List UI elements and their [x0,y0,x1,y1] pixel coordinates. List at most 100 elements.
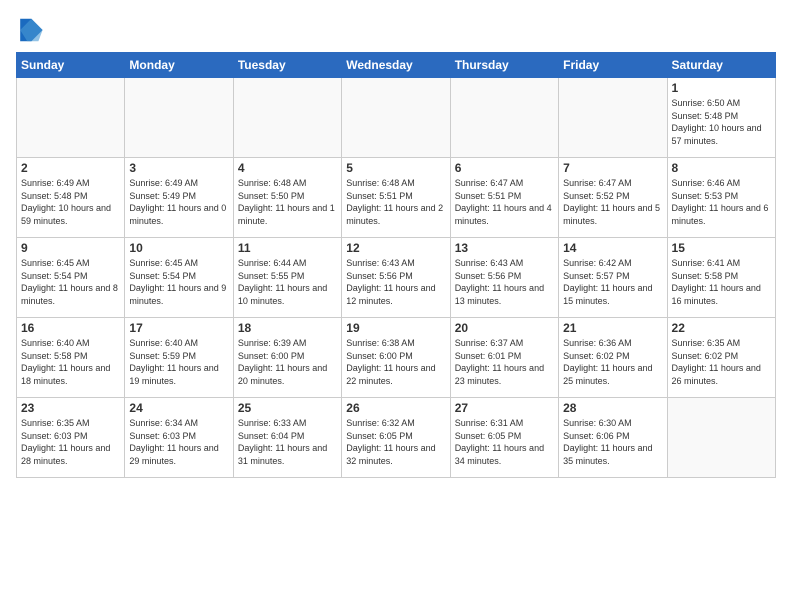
calendar-cell: 15 Sunrise: 6:41 AM Sunset: 5:58 PM Dayli… [667,238,775,318]
calendar-cell: 20 Sunrise: 6:37 AM Sunset: 6:01 PM Dayli… [450,318,558,398]
day-number: 25 [238,401,337,415]
calendar-cell [125,78,233,158]
calendar-cell: 3 Sunrise: 6:49 AM Sunset: 5:49 PM Daylig… [125,158,233,238]
calendar-cell: 21 Sunrise: 6:36 AM Sunset: 6:02 PM Dayli… [559,318,667,398]
day-number: 23 [21,401,120,415]
day-info: Sunrise: 6:45 AM Sunset: 5:54 PM Dayligh… [21,257,120,307]
calendar-cell: 11 Sunrise: 6:44 AM Sunset: 5:55 PM Dayli… [233,238,341,318]
day-info: Sunrise: 6:47 AM Sunset: 5:52 PM Dayligh… [563,177,662,227]
day-info: Sunrise: 6:48 AM Sunset: 5:51 PM Dayligh… [346,177,445,227]
calendar-cell: 6 Sunrise: 6:47 AM Sunset: 5:51 PM Daylig… [450,158,558,238]
calendar-table: SundayMondayTuesdayWednesdayThursdayFrid… [16,52,776,478]
day-number: 12 [346,241,445,255]
column-header-sunday: Sunday [17,53,125,78]
calendar-cell: 8 Sunrise: 6:46 AM Sunset: 5:53 PM Daylig… [667,158,775,238]
day-info: Sunrise: 6:39 AM Sunset: 6:00 PM Dayligh… [238,337,337,387]
day-info: Sunrise: 6:40 AM Sunset: 5:58 PM Dayligh… [21,337,120,387]
calendar-week-row: 2Sunrise: 6:49 AM Sunset: 5:48 PM Daylig… [17,158,776,238]
day-number: 4 [238,161,337,175]
page-header [16,16,776,44]
day-number: 8 [672,161,771,175]
day-info: Sunrise: 6:41 AM Sunset: 5:58 PM Dayligh… [672,257,771,307]
column-header-thursday: Thursday [450,53,558,78]
day-number: 24 [129,401,228,415]
day-number: 7 [563,161,662,175]
day-number: 19 [346,321,445,335]
day-number: 20 [455,321,554,335]
day-info: Sunrise: 6:47 AM Sunset: 5:51 PM Dayligh… [455,177,554,227]
calendar-cell [342,78,450,158]
day-number: 17 [129,321,228,335]
calendar-cell: 10 Sunrise: 6:45 AM Sunset: 5:54 PM Dayli… [125,238,233,318]
day-number: 16 [21,321,120,335]
column-header-monday: Monday [125,53,233,78]
calendar-cell: 17Sunrise: 6:40 AM Sunset: 5:59 PM Dayli… [125,318,233,398]
day-info: Sunrise: 6:32 AM Sunset: 6:05 PM Dayligh… [346,417,445,467]
column-header-friday: Friday [559,53,667,78]
calendar-cell: 24 Sunrise: 6:34 AM Sunset: 6:03 PM Dayli… [125,398,233,478]
calendar-week-row: 1 Sunrise: 6:50 AM Sunset: 5:48 PM Daylig… [17,78,776,158]
calendar-cell: 1 Sunrise: 6:50 AM Sunset: 5:48 PM Daylig… [667,78,775,158]
day-number: 21 [563,321,662,335]
calendar-cell: 18 Sunrise: 6:39 AM Sunset: 6:00 PM Dayli… [233,318,341,398]
calendar-cell: 14 Sunrise: 6:42 AM Sunset: 5:57 PM Dayli… [559,238,667,318]
logo-icon [16,16,44,44]
day-number: 14 [563,241,662,255]
calendar-cell: 5 Sunrise: 6:48 AM Sunset: 5:51 PM Daylig… [342,158,450,238]
day-info: Sunrise: 6:34 AM Sunset: 6:03 PM Dayligh… [129,417,228,467]
calendar-cell: 12 Sunrise: 6:43 AM Sunset: 5:56 PM Dayli… [342,238,450,318]
calendar-cell: 27Sunrise: 6:31 AM Sunset: 6:05 PM Dayli… [450,398,558,478]
day-info: Sunrise: 6:49 AM Sunset: 5:49 PM Dayligh… [129,177,228,227]
logo [16,16,48,44]
day-info: Sunrise: 6:42 AM Sunset: 5:57 PM Dayligh… [563,257,662,307]
day-number: 26 [346,401,445,415]
calendar-week-row: 23Sunrise: 6:35 AM Sunset: 6:03 PM Dayli… [17,398,776,478]
calendar-cell: 7 Sunrise: 6:47 AM Sunset: 5:52 PM Daylig… [559,158,667,238]
calendar-header-row: SundayMondayTuesdayWednesdayThursdayFrid… [17,53,776,78]
day-number: 6 [455,161,554,175]
day-info: Sunrise: 6:46 AM Sunset: 5:53 PM Dayligh… [672,177,771,227]
day-number: 11 [238,241,337,255]
calendar-cell [667,398,775,478]
day-info: Sunrise: 6:38 AM Sunset: 6:00 PM Dayligh… [346,337,445,387]
calendar-cell: 2Sunrise: 6:49 AM Sunset: 5:48 PM Daylig… [17,158,125,238]
calendar-cell [559,78,667,158]
day-number: 3 [129,161,228,175]
day-number: 28 [563,401,662,415]
calendar-cell: 19 Sunrise: 6:38 AM Sunset: 6:00 PM Dayli… [342,318,450,398]
calendar-cell: 23Sunrise: 6:35 AM Sunset: 6:03 PM Dayli… [17,398,125,478]
calendar-cell: 4 Sunrise: 6:48 AM Sunset: 5:50 PM Daylig… [233,158,341,238]
day-info: Sunrise: 6:37 AM Sunset: 6:01 PM Dayligh… [455,337,554,387]
day-number: 15 [672,241,771,255]
day-number: 2 [21,161,120,175]
calendar-cell [17,78,125,158]
calendar-cell: 28 Sunrise: 6:30 AM Sunset: 6:06 PM Dayli… [559,398,667,478]
day-info: Sunrise: 6:31 AM Sunset: 6:05 PM Dayligh… [455,417,554,467]
calendar-cell: 16 Sunrise: 6:40 AM Sunset: 5:58 PM Dayli… [17,318,125,398]
day-number: 22 [672,321,771,335]
day-info: Sunrise: 6:48 AM Sunset: 5:50 PM Dayligh… [238,177,337,227]
day-number: 10 [129,241,228,255]
calendar-cell [233,78,341,158]
day-info: Sunrise: 6:43 AM Sunset: 5:56 PM Dayligh… [346,257,445,307]
day-info: Sunrise: 6:50 AM Sunset: 5:48 PM Dayligh… [672,97,771,147]
column-header-wednesday: Wednesday [342,53,450,78]
day-number: 9 [21,241,120,255]
calendar-cell: 9 Sunrise: 6:45 AM Sunset: 5:54 PM Daylig… [17,238,125,318]
day-number: 13 [455,241,554,255]
calendar-cell: 13Sunrise: 6:43 AM Sunset: 5:56 PM Dayli… [450,238,558,318]
column-header-tuesday: Tuesday [233,53,341,78]
calendar-cell [450,78,558,158]
day-info: Sunrise: 6:36 AM Sunset: 6:02 PM Dayligh… [563,337,662,387]
day-number: 1 [672,81,771,95]
calendar-cell: 25 Sunrise: 6:33 AM Sunset: 6:04 PM Dayli… [233,398,341,478]
day-number: 5 [346,161,445,175]
day-number: 18 [238,321,337,335]
day-info: Sunrise: 6:45 AM Sunset: 5:54 PM Dayligh… [129,257,228,307]
day-info: Sunrise: 6:33 AM Sunset: 6:04 PM Dayligh… [238,417,337,467]
calendar-cell: 22Sunrise: 6:35 AM Sunset: 6:02 PM Dayli… [667,318,775,398]
day-info: Sunrise: 6:44 AM Sunset: 5:55 PM Dayligh… [238,257,337,307]
calendar-week-row: 9 Sunrise: 6:45 AM Sunset: 5:54 PM Daylig… [17,238,776,318]
day-info: Sunrise: 6:30 AM Sunset: 6:06 PM Dayligh… [563,417,662,467]
calendar-cell: 26 Sunrise: 6:32 AM Sunset: 6:05 PM Dayli… [342,398,450,478]
